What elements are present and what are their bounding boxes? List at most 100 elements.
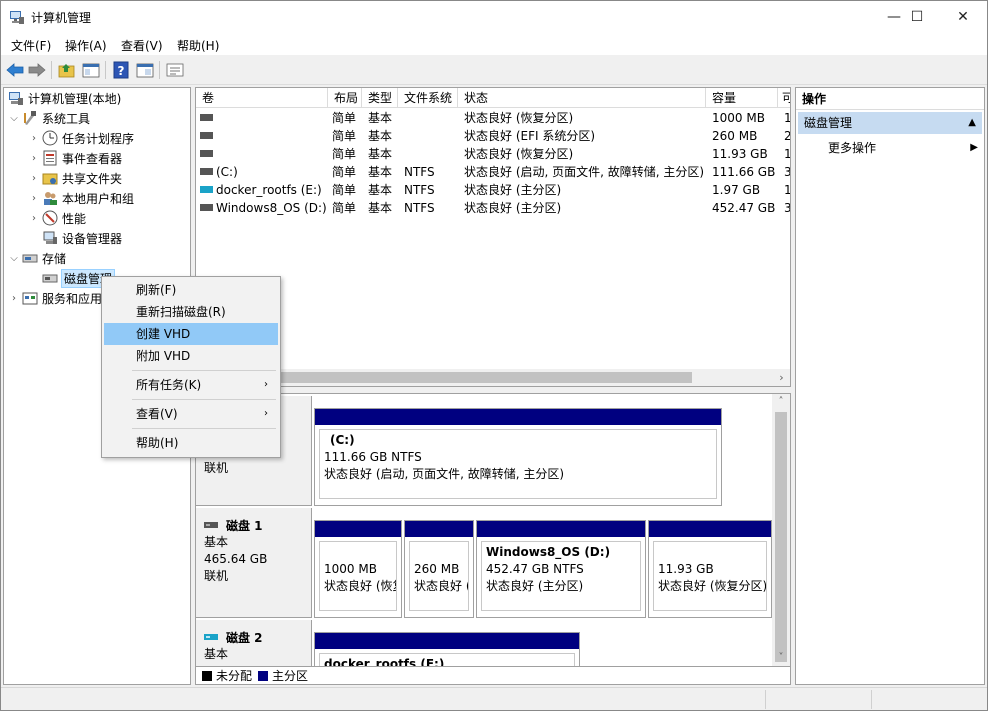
volume-row[interactable]: Windows8_OS (D:) 简单 基本 NTFS 状态良好 (主分区) 452.47… [196,199,790,217]
computer-management-icon [9,9,25,25]
legend-unallocated: 未分配 [216,669,253,683]
disk-status: 联机 [204,461,229,475]
horizontal-scrollbar[interactable]: › [196,369,790,386]
more-actions-item[interactable]: 更多操作 ▶ [828,138,978,158]
actions-header: 操作 [796,88,984,110]
close-button[interactable]: ✕ [940,1,986,33]
scroll-up-icon[interactable]: ˄ [772,394,790,410]
ctx-refresh[interactable]: 刷新(F) [104,279,278,301]
volume-row[interactable]: 简单 基本 状态良好 (EFI 系统分区) 260 MB 2 [196,127,790,145]
tree-item-shared-folders[interactable]: › 共享文件夹 [28,168,122,188]
chevron-down-icon[interactable]: ⌵ [8,113,20,124]
scroll-down-icon[interactable]: ˅ [772,650,790,666]
tree-item-local-users[interactable]: › 本地用户和组 [28,188,134,208]
ctx-rescan-disks[interactable]: 重新扫描磁盘(R) [104,301,278,323]
up-level-button[interactable] [57,60,77,80]
menu-action[interactable]: 操作(A) [65,37,107,54]
collapse-icon[interactable]: ▲ [968,112,976,134]
volume-row[interactable]: 简单 基本 状态良好 (恢复分区) 1000 MB 1 [196,109,790,127]
scrollbar-thumb[interactable] [775,412,787,662]
chevron-right-icon[interactable]: › [28,173,40,184]
partition-size: 452.47 GB NTFS [486,562,584,576]
event-log-icon [42,150,58,166]
partition-docker-rootfs-e[interactable]: docker_rootfs (E:) [314,632,580,666]
tree-item-performance[interactable]: › 性能 [28,208,86,228]
computer-management-window: 计算机管理 — ☐ ✕ 文件(F) 操作(A) 查看(V) 帮助(H) ? 计算… [0,0,988,711]
disk-icon [204,518,218,532]
chevron-right-icon[interactable]: › [28,213,40,224]
cell-layout: 简单 [332,111,357,125]
vhd-drive-icon [200,186,213,193]
partition-windows8-os-d[interactable]: Windows8_OS (D:) 452.47 GB NTFS 状态良好 (主分… [476,520,646,618]
disk-2-info[interactable]: 磁盘 2 基本 [196,620,312,666]
disk-type: 基本 [204,647,229,661]
cell-type: 基本 [368,129,393,143]
chevron-right-icon[interactable]: › [28,133,40,144]
tree-item-task-scheduler[interactable]: › 任务计划程序 [28,128,134,148]
column-header-free[interactable]: 可 [778,88,790,108]
drive-icon [200,204,213,211]
forward-button[interactable] [27,60,47,80]
tree-item-root[interactable]: 计算机管理(本地) [6,88,121,108]
cell-fs: NTFS [404,165,435,179]
actions-group-disk-management[interactable]: 磁盘管理 ▲ [798,112,982,134]
show-hide-tree-button[interactable] [81,60,101,80]
disk-1-info[interactable]: 磁盘 1 基本 465.64 GB 联机 [196,508,312,618]
volume-row[interactable]: 简单 基本 状态良好 (恢复分区) 11.93 GB 1 [196,145,790,163]
partition-status: 状态良好 ( [414,579,469,593]
column-header-layout[interactable]: 布局 [328,88,362,108]
cell-status: 状态良好 (恢复分区) [464,147,574,161]
partition-efi-260mb[interactable]: 260 MB 状态良好 ( [404,520,474,618]
cell-type: 基本 [368,201,393,215]
tree-item-storage[interactable]: ⌵ 存储 [8,248,66,268]
volume-row[interactable]: docker_rootfs (E:) 简单 基本 NTFS 状态良好 (主分区) 1.97… [196,181,790,199]
tree-item-event-viewer[interactable]: › 事件查看器 [28,148,122,168]
column-header-volume[interactable]: 卷 [196,88,328,108]
cell-layout: 简单 [332,165,357,179]
ctx-view[interactable]: 查看(V) › [104,403,278,425]
volume-row[interactable]: (C:) 简单 基本 NTFS 状态良好 (启动, 页面文件, 故障转储, 主分区) 11… [196,163,790,181]
cell-free: 1 [784,183,791,197]
chevron-right-icon[interactable]: › [28,193,40,204]
scroll-right-icon[interactable]: › [773,369,790,386]
chevron-right-icon[interactable]: › [28,153,40,164]
column-header-type[interactable]: 类型 [362,88,398,108]
disk-status: 联机 [204,569,229,583]
partition-c[interactable]: (C:) 111.66 GB NTFS 状态良好 (启动, 页面文件, 故障转储… [314,408,722,506]
vertical-scrollbar[interactable]: ˄ ˅ [772,394,790,666]
disk-name: 磁盘 1 [226,518,263,533]
disk-map: 联机 (C:) 111.66 GB NTFS 状态良好 (启动, 页面文件, 故… [195,393,791,667]
ctx-create-vhd[interactable]: 创建 VHD [104,323,278,345]
column-header-filesystem[interactable]: 文件系统 [398,88,458,108]
column-header-capacity[interactable]: 容量 [706,88,778,108]
chevron-right-icon[interactable]: › [8,293,20,304]
cell-cap: 260 MB [712,129,758,143]
title-bar: 计算机管理 — ☐ ✕ [1,1,987,33]
ctx-all-tasks[interactable]: 所有任务(K) › [104,374,278,396]
maximize-button[interactable]: ☐ [894,1,940,33]
back-button[interactable] [5,60,25,80]
tree-item-system-tools[interactable]: ⌵ 系统工具 [8,108,90,128]
column-header-status[interactable]: 状态 [458,88,706,108]
drive-icon [200,132,213,139]
ctx-attach-vhd[interactable]: 附加 VHD [104,345,278,367]
properties-button[interactable] [135,60,155,80]
partition-recovery-11gb[interactable]: 11.93 GB 状态良好 (恢复分区) [648,520,772,618]
submenu-arrow-icon: › [264,408,268,419]
cell-layout: 简单 [332,183,357,197]
ctx-help[interactable]: 帮助(H) [104,432,278,454]
console-button[interactable] [165,60,185,80]
tree-item-device-manager[interactable]: 设备管理器 [40,228,122,248]
partition-name: Windows8_OS (D:) [486,545,611,559]
menu-view[interactable]: 查看(V) [121,37,163,54]
cell-type: 基本 [368,147,393,161]
cell-cap: 1000 MB [712,111,765,125]
show-hide-tree-icon [82,63,100,78]
cell-status: 状态良好 (主分区) [464,201,562,215]
help-icon: ? [113,61,129,79]
chevron-down-icon[interactable]: ⌵ [8,253,20,264]
help-button[interactable]: ? [111,60,131,80]
partition-recovery-1000mb[interactable]: 1000 MB 状态良好 (恢复 [314,520,402,618]
menu-help[interactable]: 帮助(H) [177,37,219,54]
menu-file[interactable]: 文件(F) [11,37,51,54]
